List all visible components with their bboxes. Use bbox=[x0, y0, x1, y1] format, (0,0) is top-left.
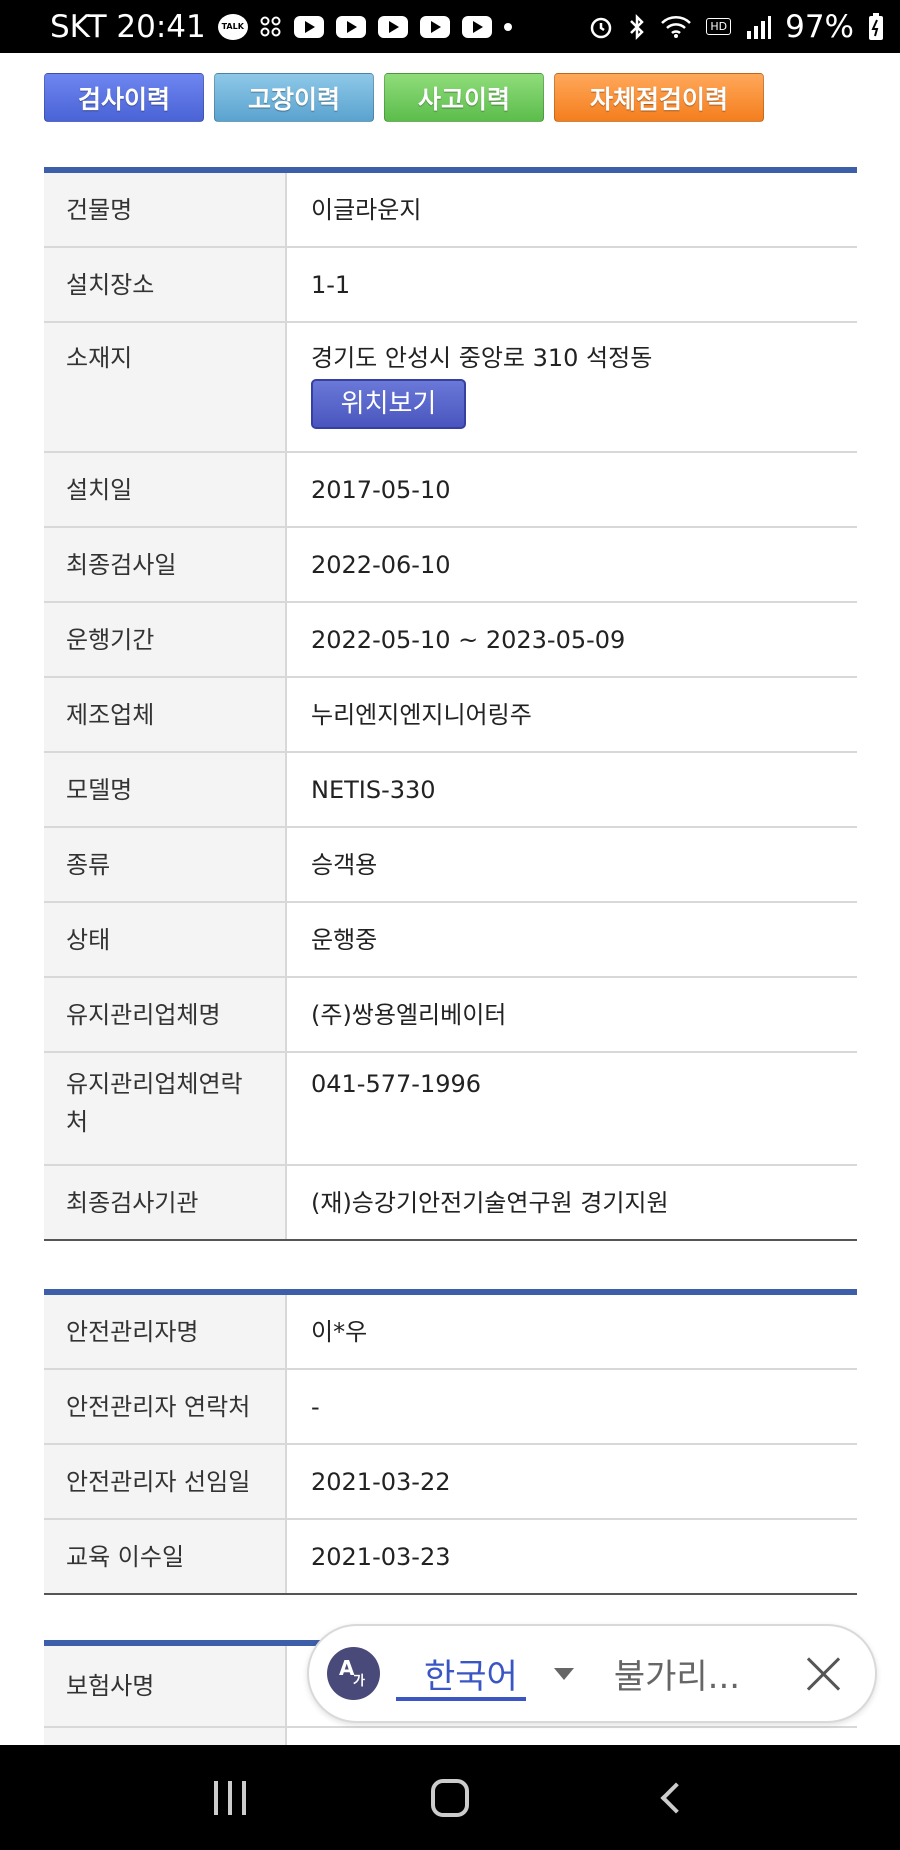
carrier-time: SKT 20:41 bbox=[50, 8, 206, 45]
back-button[interactable] bbox=[635, 1768, 705, 1828]
row-label: 모델명 bbox=[44, 753, 287, 826]
table-row: 모델명 NETIS-330 bbox=[44, 753, 857, 828]
tab-accident-history[interactable]: 사고이력 bbox=[384, 73, 544, 122]
system-nav-bar bbox=[0, 1745, 900, 1850]
table-row: 상태 운행중 bbox=[44, 903, 857, 978]
table-row: 제조업체 누리엔지엔지니어링주 bbox=[44, 678, 857, 753]
row-label: 최종검사일 bbox=[44, 528, 287, 601]
row-label: 설치장소 bbox=[44, 248, 287, 321]
row-value: 이*우 bbox=[311, 1317, 368, 1346]
table-row: 건물명 이글라운지 bbox=[44, 173, 857, 248]
home-button[interactable] bbox=[415, 1768, 485, 1828]
table-row: 설치일 2017-05-10 bbox=[44, 453, 857, 528]
row-label: 보험사명 bbox=[44, 1646, 287, 1726]
recent-apps-button[interactable] bbox=[195, 1768, 265, 1828]
back-icon bbox=[660, 1781, 692, 1814]
row-value-cell: 경기도 안성시 중앙로 310 석정동 위치보기 bbox=[287, 323, 857, 451]
bluetooth-icon bbox=[628, 13, 646, 41]
safety-manager-table: 안전관리자명 이*우 안전관리자 연락처 - 안전관리자 선임일 2021-03… bbox=[44, 1289, 857, 1595]
tab-inspection-history[interactable]: 검사이력 bbox=[44, 73, 204, 122]
target-language-tab[interactable]: 불가리... bbox=[614, 1649, 740, 1698]
row-label: 제조업체 bbox=[44, 678, 287, 751]
row-value: 2021-03-22 bbox=[311, 1467, 451, 1496]
row-label: 안전관리자 연락처 bbox=[44, 1370, 287, 1443]
home-icon bbox=[431, 1778, 469, 1817]
signal-icon bbox=[745, 15, 772, 39]
table-row: 유지관리업체명 (주)쌍용엘리베이터 bbox=[44, 978, 857, 1053]
row-value: 1-1 bbox=[311, 270, 351, 299]
table-row: 안전관리자 선임일 2021-03-22 bbox=[44, 1445, 857, 1520]
row-value: 승객용 bbox=[311, 850, 378, 879]
address-text: 경기도 안성시 중앙로 310 석정동 bbox=[311, 344, 653, 372]
table-row: 안전관리자명 이*우 bbox=[44, 1295, 857, 1370]
row-label: 유지관리업체연락처 bbox=[44, 1053, 287, 1164]
translate-icon-ga: 가 bbox=[353, 1674, 365, 1689]
row-value: 운행중 bbox=[311, 925, 378, 954]
table-row: 종류 승객용 bbox=[44, 828, 857, 903]
row-value: - bbox=[311, 1392, 320, 1421]
status-bar: SKT 20:41 TALK HD 97% bbox=[0, 0, 900, 53]
close-icon[interactable] bbox=[805, 1656, 841, 1692]
row-label: 건물명 bbox=[44, 173, 287, 246]
row-value: 2022-06-10 bbox=[311, 550, 451, 579]
youtube-icon bbox=[461, 15, 492, 38]
source-language-tab[interactable]: 한국어 bbox=[396, 1624, 526, 1723]
history-tabs: 검사이력 고장이력 사고이력 자체점검이력 bbox=[44, 73, 764, 122]
row-value: (재)승강기안전기술연구원 경기지원 bbox=[311, 1188, 669, 1217]
status-bar-right: HD 97% bbox=[588, 9, 884, 45]
battery-charging-icon bbox=[868, 12, 884, 41]
battery-percent: 97% bbox=[785, 8, 854, 45]
youtube-icon bbox=[293, 15, 324, 38]
youtube-icon bbox=[335, 15, 366, 38]
row-label: 상태 bbox=[44, 903, 287, 976]
row-label: 유지관리업체명 bbox=[44, 978, 287, 1051]
table-row: 운행기간 2022-05-10 ~ 2023-05-09 bbox=[44, 603, 857, 678]
building-info-table: 건물명 이글라운지 설치장소 1-1 소재지 경기도 안성시 중앙로 310 석… bbox=[44, 167, 857, 1241]
table-row: 유지관리업체연락처 041-577-1996 bbox=[44, 1053, 857, 1166]
table-row: 교육 이수일 2021-03-23 bbox=[44, 1520, 857, 1595]
apps-grid-icon bbox=[260, 16, 282, 38]
row-label: 설치일 bbox=[44, 453, 287, 526]
language-dropdown-icon[interactable] bbox=[553, 1667, 574, 1680]
table-row: 소재지 경기도 안성시 중앙로 310 석정동 위치보기 bbox=[44, 323, 857, 453]
row-value: 누리엔지엔지니어링주 bbox=[311, 700, 532, 729]
more-notifications-icon bbox=[503, 22, 512, 31]
row-label: 교육 이수일 bbox=[44, 1520, 287, 1593]
table-row: 최종검사일 2022-06-10 bbox=[44, 528, 857, 603]
row-value: 2021-03-23 bbox=[311, 1542, 451, 1571]
row-value: NETIS-330 bbox=[311, 775, 436, 804]
view-location-button[interactable]: 위치보기 bbox=[311, 379, 466, 429]
alarm-icon bbox=[588, 14, 614, 40]
youtube-icon bbox=[377, 15, 408, 38]
row-label: 종류 bbox=[44, 828, 287, 901]
row-value: 041-577-1996 bbox=[311, 1070, 482, 1098]
youtube-icon bbox=[419, 15, 450, 38]
row-label: 안전관리자 선임일 bbox=[44, 1445, 287, 1518]
translate-bar: A 가 한국어 불가리... bbox=[307, 1624, 877, 1723]
row-label: 소재지 bbox=[44, 323, 287, 451]
row-value: 이글라운지 bbox=[311, 195, 422, 224]
row-label: 안전관리자명 bbox=[44, 1295, 287, 1368]
tab-self-check-history[interactable]: 자체점검이력 bbox=[554, 73, 764, 122]
hd-voice-icon: HD bbox=[706, 18, 732, 35]
row-value: 2022-05-10 ~ 2023-05-09 bbox=[311, 625, 626, 654]
tab-failure-history[interactable]: 고장이력 bbox=[214, 73, 374, 122]
row-label: 운행기간 bbox=[44, 603, 287, 676]
recent-apps-icon bbox=[214, 1780, 246, 1815]
status-bar-left: SKT 20:41 TALK bbox=[50, 9, 512, 45]
kakaotalk-icon: TALK bbox=[217, 13, 248, 40]
row-label: 최종검사기관 bbox=[44, 1166, 287, 1239]
row-value: (주)쌍용엘리베이터 bbox=[311, 1000, 507, 1029]
row-value: 2017-05-10 bbox=[311, 475, 451, 504]
table-row: 안전관리자 연락처 - bbox=[44, 1370, 857, 1445]
table-row: 최종검사기관 (재)승강기안전기술연구원 경기지원 bbox=[44, 1166, 857, 1241]
wifi-icon bbox=[660, 15, 692, 39]
table-row: 설치장소 1-1 bbox=[44, 248, 857, 323]
translate-icon[interactable]: A 가 bbox=[327, 1647, 380, 1700]
